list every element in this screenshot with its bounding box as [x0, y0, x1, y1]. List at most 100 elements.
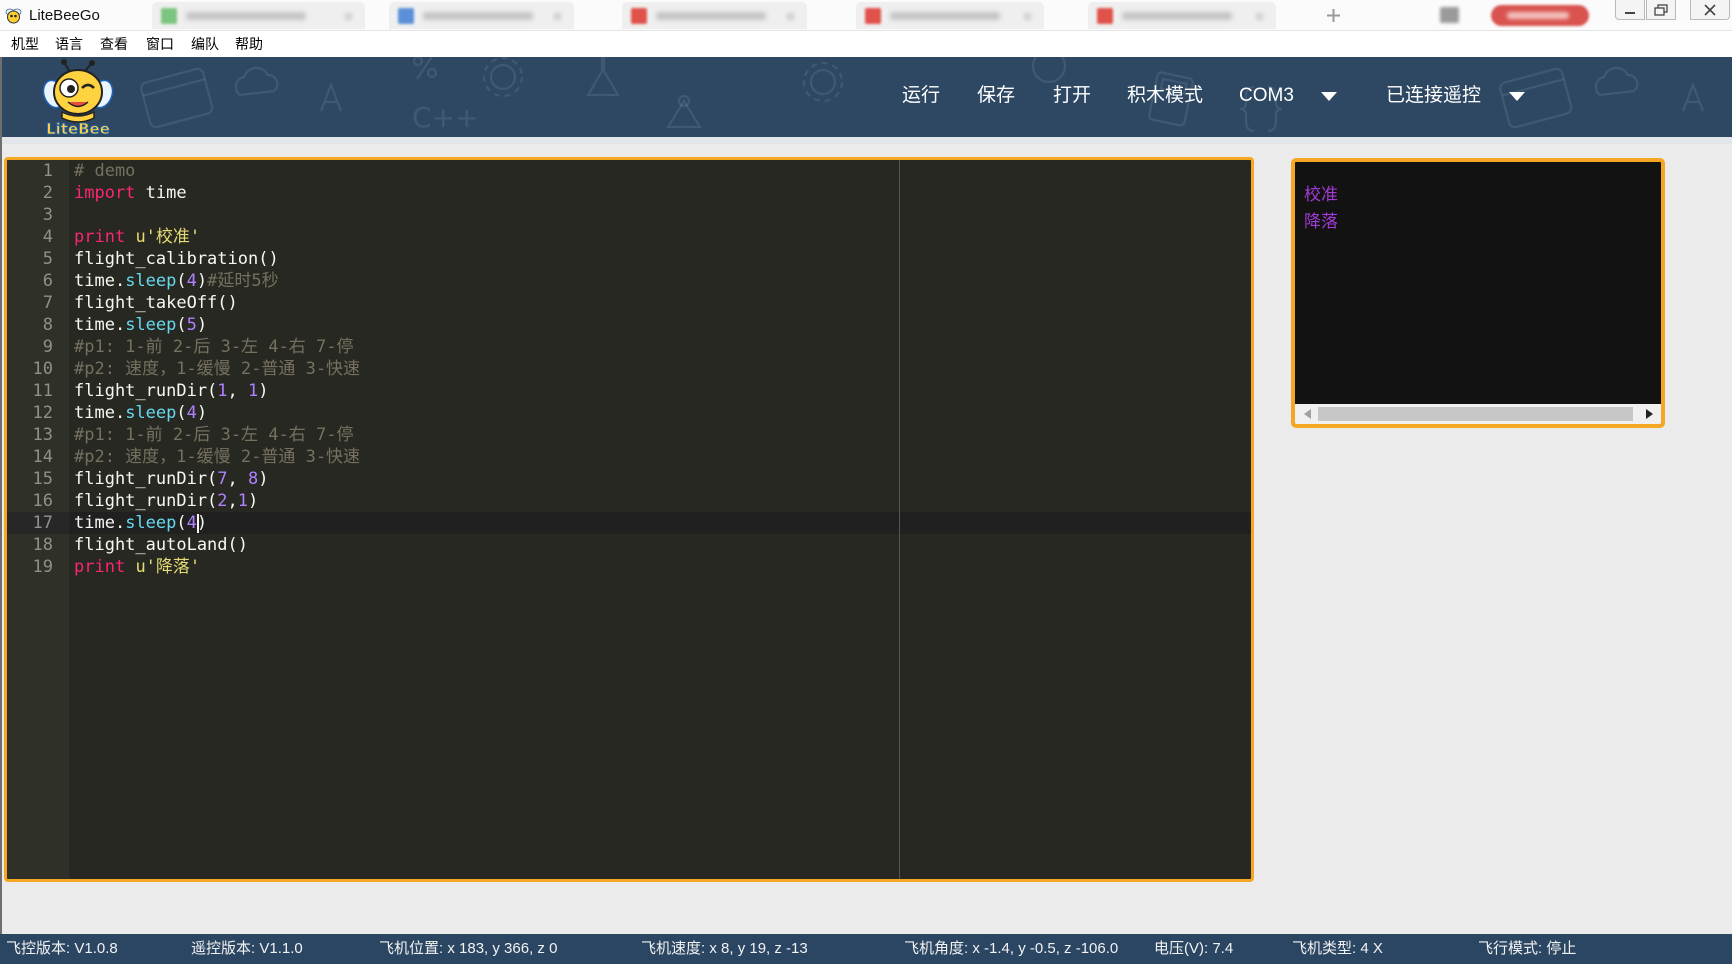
code-line[interactable]: flight_runDir(2,1): [74, 490, 1251, 512]
close-icon[interactable]: [553, 12, 562, 21]
code-token[interactable]: #p2: 速度，1-缓慢 2-普通 3-快速: [74, 447, 360, 467]
scroll-left-icon[interactable]: [1303, 409, 1311, 419]
code-token[interactable]: sleep: [125, 513, 176, 533]
code-token[interactable]: ): [197, 315, 207, 335]
console-output[interactable]: 校准 降落: [1295, 162, 1661, 404]
code-token[interactable]: ,: [228, 381, 248, 401]
code-token[interactable]: (: [176, 315, 186, 335]
code-token[interactable]: 1: [217, 381, 227, 401]
code-token[interactable]: 1: [238, 491, 248, 511]
code-token[interactable]: 7: [217, 469, 227, 489]
code-token[interactable]: ): [258, 381, 268, 401]
code-token[interactable]: 4: [187, 403, 197, 423]
code-token[interactable]: 2: [217, 491, 227, 511]
save-button[interactable]: 保存: [977, 84, 1015, 108]
run-button[interactable]: 运行: [902, 84, 940, 108]
code-line[interactable]: #p2: 速度，1-缓慢 2-普通 3-快速: [74, 358, 1251, 380]
code-token[interactable]: 8: [248, 469, 258, 489]
close-icon[interactable]: [786, 12, 795, 21]
code-token[interactable]: import: [74, 183, 135, 203]
menu-window[interactable]: 窗口: [146, 35, 174, 53]
remote-select[interactable]: 已连接遥控: [1386, 84, 1481, 108]
open-button[interactable]: 打开: [1053, 84, 1091, 108]
menu-help[interactable]: 帮助: [235, 35, 263, 53]
code-line[interactable]: flight_runDir(7, 8): [74, 468, 1251, 490]
menu-view[interactable]: 查看: [100, 35, 128, 53]
menu-formation[interactable]: 编队: [191, 35, 219, 53]
code-line[interactable]: #p1: 1-前 2-后 3-左 4-右 7-停: [74, 336, 1251, 358]
code-line[interactable]: flight_runDir(1, 1): [74, 380, 1251, 402]
code-token[interactable]: ): [197, 403, 207, 423]
code-line[interactable]: flight_calibration(): [74, 248, 1251, 270]
code-token[interactable]: sleep: [125, 271, 176, 291]
code-token[interactable]: #p2: 速度，1-缓慢 2-普通 3-快速: [74, 359, 360, 379]
code-token[interactable]: flight_calibration(): [74, 249, 279, 269]
code-token[interactable]: time.: [74, 271, 125, 291]
code-token[interactable]: 1: [248, 381, 258, 401]
code-token[interactable]: time.: [74, 315, 125, 335]
plus-icon[interactable]: [1326, 8, 1341, 23]
code-token[interactable]: ,: [228, 491, 238, 511]
code-line[interactable]: print u'降落': [74, 556, 1251, 578]
code-token[interactable]: sleep: [125, 315, 176, 335]
code-token[interactable]: # demo: [74, 161, 135, 181]
code-token[interactable]: ): [197, 271, 207, 291]
code-line[interactable]: #p1: 1-前 2-后 3-左 4-右 7-停: [74, 424, 1251, 446]
menu-aircraft-model[interactable]: 机型: [11, 35, 39, 53]
close-icon[interactable]: [1255, 12, 1264, 21]
code-line[interactable]: flight_autoLand(): [74, 534, 1251, 556]
code-token[interactable]: print: [74, 227, 125, 247]
code-token[interactable]: u'校准': [135, 227, 200, 247]
code-token[interactable]: u'降落': [135, 557, 200, 577]
taskbar-tab[interactable]: [389, 2, 574, 29]
code-token[interactable]: time: [135, 183, 187, 203]
code-token[interactable]: ): [258, 469, 268, 489]
close-icon[interactable]: [1023, 12, 1032, 21]
code-line[interactable]: flight_takeOff(): [74, 292, 1251, 314]
taskbar-tab[interactable]: [1088, 2, 1276, 29]
port-select[interactable]: COM3: [1239, 84, 1294, 108]
code-token[interactable]: flight_runDir(: [74, 469, 217, 489]
code-line[interactable]: #p2: 速度，1-缓慢 2-普通 3-快速: [74, 446, 1251, 468]
code-lines[interactable]: # demo import time print u'校准' flight_calib…: [69, 160, 1251, 578]
code-token[interactable]: ,: [228, 469, 248, 489]
code-token[interactable]: #p1: 1-前 2-后 3-左 4-右 7-停: [74, 337, 353, 357]
taskbar-tab[interactable]: [856, 2, 1044, 29]
code-token[interactable]: #p1: 1-前 2-后 3-左 4-右 7-停: [74, 425, 353, 445]
code-token[interactable]: ): [248, 491, 258, 511]
code-token[interactable]: (: [176, 513, 186, 533]
code-token[interactable]: print: [74, 557, 125, 577]
output-console[interactable]: 校准 降落: [1291, 158, 1665, 428]
maximize-button[interactable]: [1646, 0, 1676, 20]
code-area[interactable]: # demo import time print u'校准' flight_calib…: [69, 160, 1251, 879]
code-line[interactable]: time.sleep(5): [74, 314, 1251, 336]
code-token[interactable]: flight_takeOff(): [74, 293, 238, 313]
minimize-button[interactable]: [1615, 0, 1645, 20]
scrollbar-thumb[interactable]: [1318, 407, 1633, 421]
code-line[interactable]: import time: [74, 182, 1251, 204]
close-button[interactable]: [1690, 0, 1730, 20]
code-editor[interactable]: 1 2 3 4 5 6 7 8 9 10 11 12 13 14 15 16 17 18 19 # demo impo…: [4, 157, 1254, 882]
block-mode-button[interactable]: 积木模式: [1127, 84, 1203, 108]
blurred-app-icon[interactable]: [1440, 7, 1459, 23]
code-token[interactable]: (: [176, 271, 186, 291]
code-token[interactable]: #延时5秒: [207, 271, 278, 291]
code-token[interactable]: 4: [187, 271, 197, 291]
code-token[interactable]: flight_runDir(: [74, 491, 217, 511]
code-token[interactable]: (: [176, 403, 186, 423]
code-token[interactable]: [125, 227, 135, 247]
code-line[interactable]: [74, 204, 1251, 226]
code-line[interactable]: time.sleep(4): [74, 512, 1251, 534]
code-token[interactable]: flight_autoLand(): [74, 535, 248, 555]
caret-down-icon[interactable]: [1509, 92, 1525, 101]
code-token[interactable]: time.: [74, 513, 125, 533]
taskbar-tab[interactable]: [152, 2, 365, 29]
code-line[interactable]: # demo: [74, 160, 1251, 182]
close-icon[interactable]: [344, 12, 353, 21]
scroll-right-icon[interactable]: [1646, 409, 1654, 419]
taskbar-tab[interactable]: [622, 2, 807, 29]
horizontal-scrollbar[interactable]: [1295, 404, 1661, 424]
code-token[interactable]: 4: [187, 513, 197, 533]
code-token[interactable]: 5: [187, 315, 197, 335]
code-line[interactable]: print u'校准': [74, 226, 1251, 248]
